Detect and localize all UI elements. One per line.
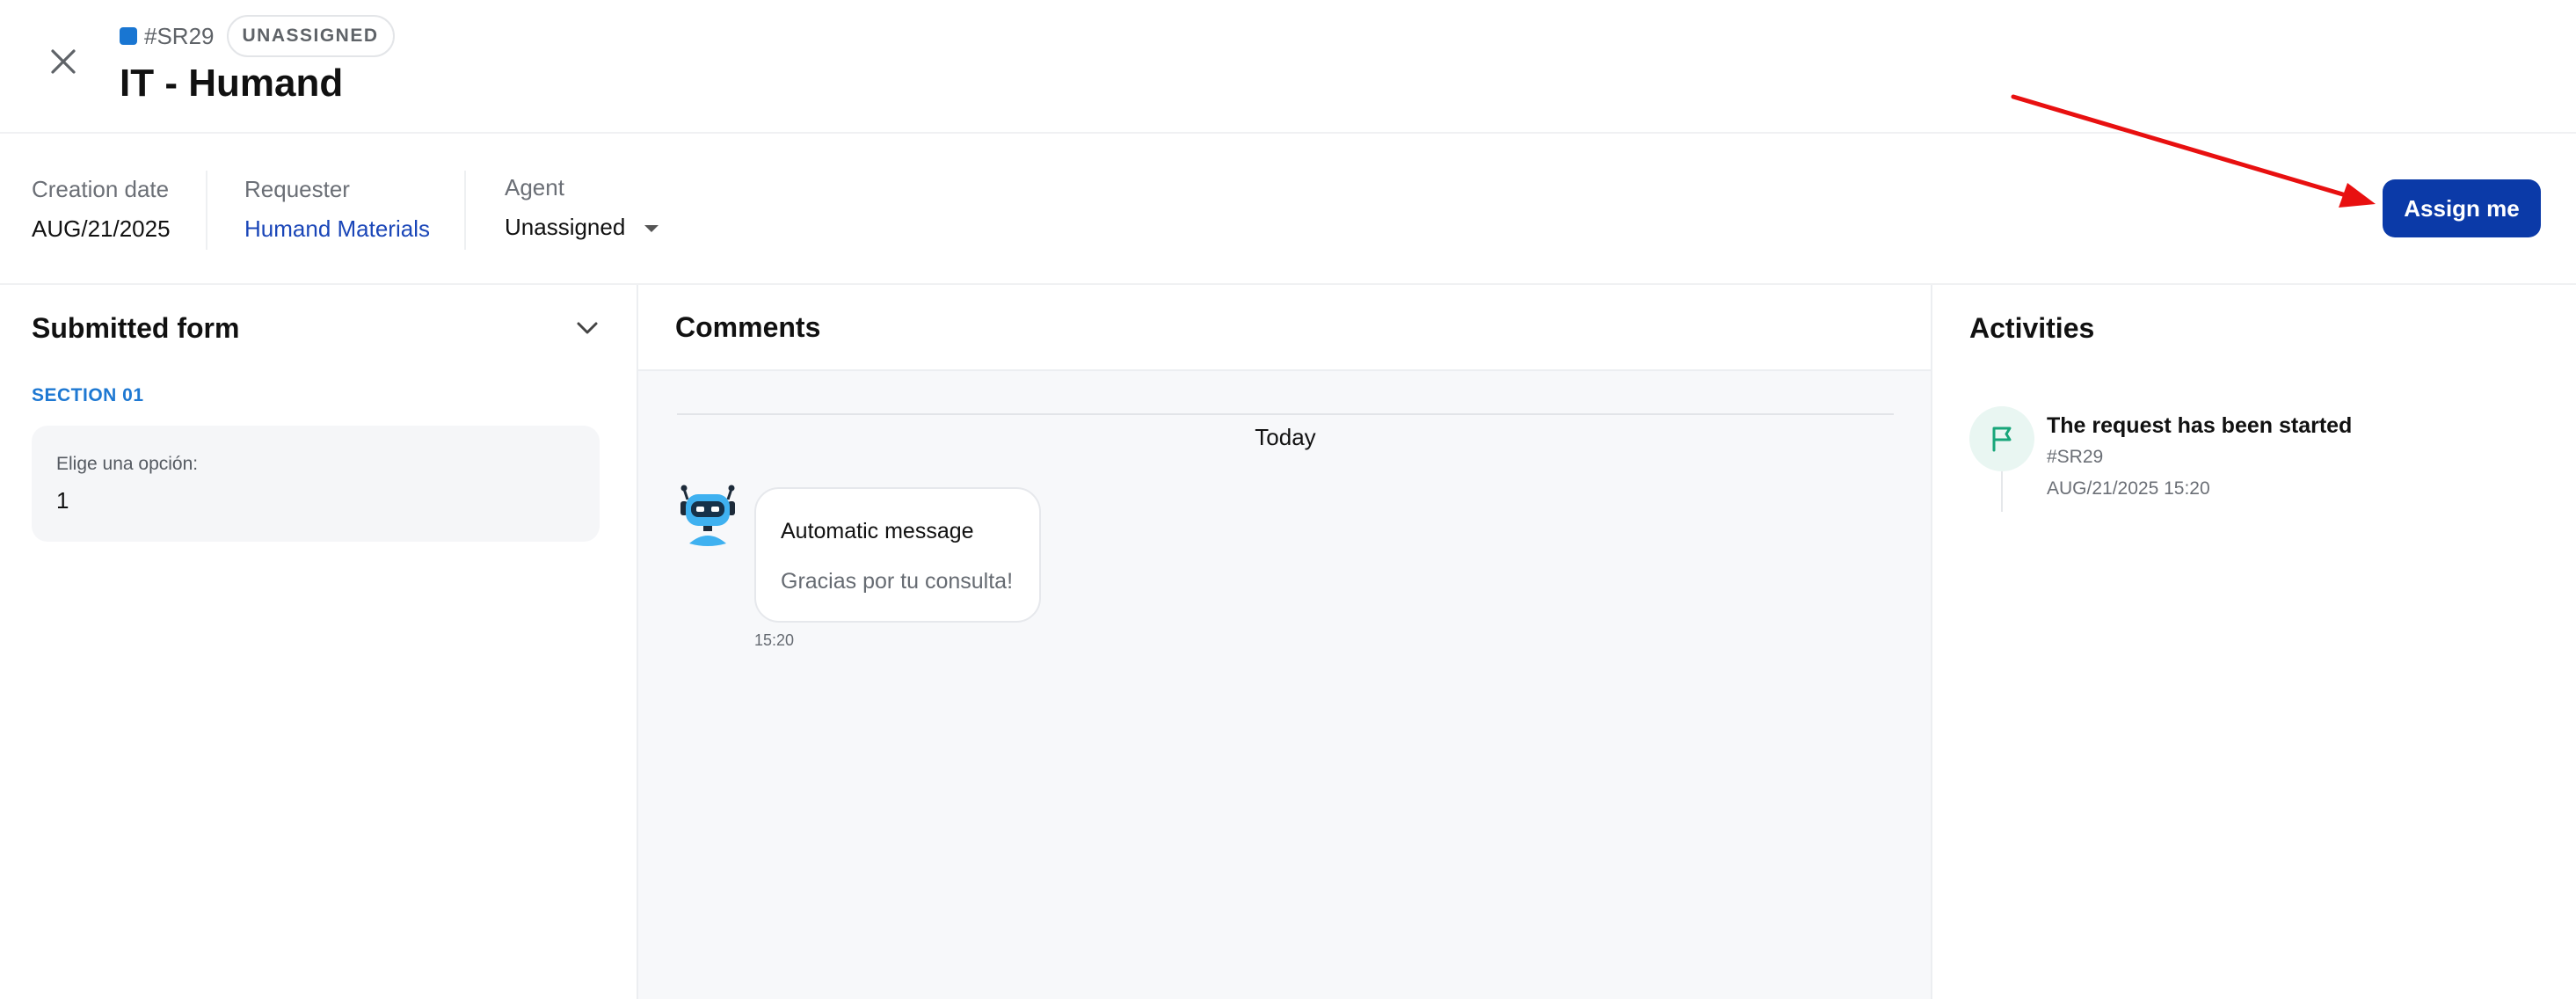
assign-me-button[interactable]: Assign me [2383,179,2541,237]
request-id-row: #SR29 UNASSIGNED [120,14,395,58]
message-title: Automatic message [781,519,974,543]
comments-panel: Comments Today Automatic message Gracias… [638,285,1932,999]
divider [464,171,466,250]
creation-date-value: AUG/21/2025 [32,215,171,242]
request-header: #SR29 UNASSIGNED IT - Humand [0,0,2576,134]
request-id: #SR29 [144,22,215,49]
status-badge: UNASSIGNED [226,15,395,57]
creation-date-label: Creation date [32,176,170,202]
caret-down-icon [644,224,659,232]
submitted-form-panel: Submitted form SECTION 01 Elige una opci… [0,285,638,999]
agent-dropdown[interactable]: Unassigned [505,214,659,241]
message-text: Gracias por tu consulta! [781,569,1014,594]
agent-label: Agent [505,174,564,201]
chat-message-bubble: Automatic message Gracias por tu consult… [754,487,1041,623]
creation-date-block: Creation date AUG/21/2025 [32,176,171,243]
chevron-down-icon [577,322,598,334]
submitted-form-header: Submitted form [0,285,637,371]
agent-block: Agent Unassigned [505,174,659,241]
form-field-card: Elige una opción: 1 [32,426,600,542]
request-info-bar: Creation date AUG/21/2025 Requester Huma… [0,135,2576,285]
activities-header: Activities [1932,285,2576,371]
requester-label: Requester [244,176,350,202]
requester-link[interactable]: Humand Materials [244,215,430,243]
close-button[interactable] [44,42,83,81]
flag-icon [1992,427,2012,452]
message-timestamp: 15:20 [754,631,795,649]
requester-block: Requester Humand Materials [244,176,430,243]
activity-date: AUG/21/2025 15:20 [2047,478,2210,499]
timeline-line [2001,471,2003,512]
activities-panel: Activities The request has been started … [1932,285,2576,999]
comments-title: Comments [675,310,821,343]
activities-title: Activities [1969,311,2095,344]
agent-value: Unassigned [505,214,626,240]
comments-header: Comments [638,285,1931,371]
submitted-form-title: Submitted form [32,311,240,344]
section-label: SECTION 01 [32,385,144,405]
close-icon [51,49,76,74]
date-divider: Today [638,424,1932,451]
activity-icon-circle [1969,406,2034,471]
date-divider-line [677,413,1894,415]
collapse-button[interactable] [570,310,605,346]
divider [206,171,207,250]
form-field-value: 1 [56,487,69,514]
activity-title: The request has been started [2047,413,2353,438]
robot-icon [680,485,735,546]
form-field-label: Elige una opción: [56,454,199,474]
date-divider-label: Today [1219,424,1351,450]
page-title: IT - Humand [120,62,344,105]
activity-request-id: #SR29 [2047,447,2104,467]
category-color-icon [120,27,137,45]
